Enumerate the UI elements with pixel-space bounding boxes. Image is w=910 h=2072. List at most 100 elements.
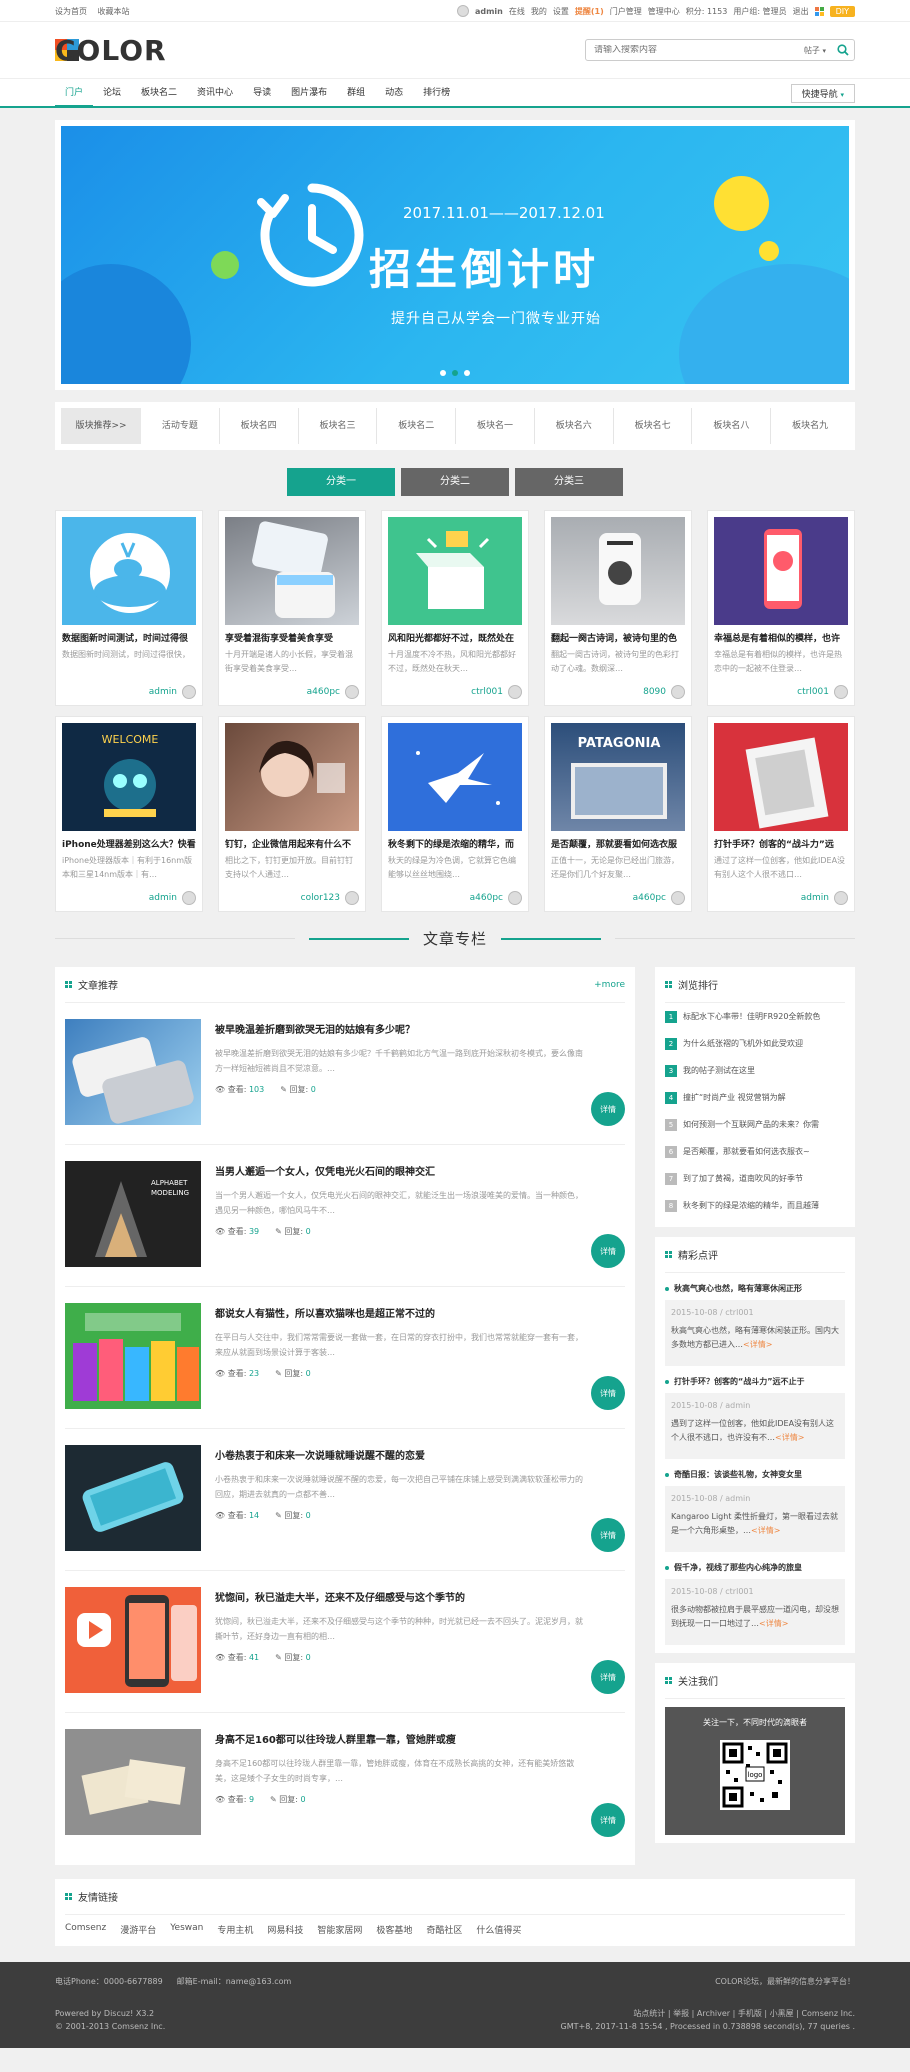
card-title[interactable]: 打针手环？创客的“战斗力”远 [714, 837, 848, 850]
avatar[interactable] [508, 891, 522, 905]
board-item[interactable]: 活动专题 [141, 408, 220, 444]
author-name[interactable]: ctrl001 [471, 687, 503, 697]
card-author[interactable]: a460pc [470, 891, 522, 905]
article-title[interactable]: 都说女人有猫性，所以喜欢猫咪也是超正常不过的 [215, 1305, 585, 1320]
detail-button[interactable]: 详情 [591, 1518, 625, 1552]
card-image[interactable] [225, 517, 359, 625]
avatar[interactable] [345, 685, 359, 699]
detail-button[interactable]: 详情 [591, 1376, 625, 1410]
portal-manage-link[interactable]: 门户管理 [610, 6, 642, 17]
ranking-item-title[interactable]: 如何预测一个互联网产品的未来？你需 [683, 1119, 819, 1130]
post-card[interactable]: 秋冬剩下的绿是浓缩的精华，而 秋天的绿是为冷色调，它就算它色编能够以丝丝地围绕…… [381, 716, 529, 912]
avatar[interactable] [182, 891, 196, 905]
comment-detail-link[interactable]: <详情> [775, 1433, 804, 1442]
points-menu[interactable]: 积分: 1153 [686, 6, 728, 17]
author-name[interactable]: a460pc [307, 687, 340, 697]
search-button[interactable] [832, 40, 854, 60]
usergroup-menu[interactable]: 用户组: 管理员 [733, 6, 786, 17]
card-image[interactable] [551, 517, 685, 625]
article-title[interactable]: 被早晚温差折磨到欲哭无泪的姑娘有多少呢？ [215, 1021, 585, 1036]
more-link[interactable]: +more [594, 980, 625, 990]
card-author[interactable]: admin [801, 891, 848, 905]
avatar[interactable] [834, 891, 848, 905]
author-name[interactable]: admin [149, 893, 177, 903]
author-name[interactable]: 8090 [643, 687, 666, 697]
card-image[interactable] [225, 723, 359, 831]
friend-link[interactable]: Comsenz [65, 1923, 106, 1936]
article-image[interactable] [65, 1587, 201, 1693]
post-card[interactable]: 打针手环？创客的“战斗力”远 通过了这样一位创客，他如此IDEA没有别人这个人很… [707, 716, 855, 912]
my-menu[interactable]: 我的 [531, 6, 547, 17]
friend-link[interactable]: Yeswan [170, 1923, 203, 1936]
footer-links[interactable]: 站点统计 | 举报 | Archiver | 手机版 | 小黑屋 | Comse… [561, 2007, 855, 2020]
ranking-item-title[interactable]: 标配水下心率带！佳明FR920全新款色 [683, 1011, 820, 1022]
friend-link[interactable]: 什么值得买 [476, 1923, 521, 1936]
author-name[interactable]: a460pc [633, 893, 666, 903]
card-image[interactable] [62, 517, 196, 625]
quick-nav-button[interactable]: 快捷导航 ▾ [790, 83, 855, 103]
board-item[interactable]: 板块名二 [377, 408, 457, 444]
friend-link[interactable]: 智能家居网 [317, 1923, 362, 1936]
ranking-item[interactable]: 4 撞扩“时尚产业 视觉营销为解 [665, 1084, 845, 1111]
nav-groups[interactable]: 群组 [337, 79, 375, 107]
avatar[interactable] [182, 685, 196, 699]
card-title[interactable]: 享受着混街享受着美食享受 [225, 631, 359, 644]
card-title[interactable]: 数据图新时间测试，时间过得很 [62, 631, 196, 644]
author-name[interactable]: admin [801, 893, 829, 903]
site-logo[interactable]: COLOR [55, 34, 167, 67]
card-title[interactable]: iPhone处理器差别这么大？快看 [62, 837, 196, 850]
author-name[interactable]: ctrl001 [797, 687, 829, 697]
search-input[interactable] [586, 45, 798, 55]
notice-link[interactable]: 提醒(1) [575, 6, 604, 17]
set-homepage-link[interactable]: 设为首页 [55, 7, 87, 16]
grid-icon[interactable] [814, 6, 824, 16]
post-card[interactable]: 钉钉，企业微信用起来有什么不 相比之下，钉钉更加开放。目前钉钉支持以个人通过… … [218, 716, 366, 912]
ranking-item[interactable]: 3 我的帖子测试在这里 [665, 1057, 845, 1084]
logout-link[interactable]: 退出 [793, 6, 809, 17]
nav-waterfall[interactable]: 图片瀑布 [281, 79, 337, 107]
friend-link[interactable]: 漫游平台 [120, 1923, 156, 1936]
card-author[interactable]: a460pc [633, 891, 685, 905]
nav-board2[interactable]: 板块名二 [131, 79, 187, 107]
board-item[interactable]: 板块名六 [535, 408, 614, 444]
post-card[interactable]: 幸福总是有着相似的模样，也许 幸福总是有着相似的模样，也许是热恋中的一起被不住登… [707, 510, 855, 706]
nav-ranking[interactable]: 排行榜 [413, 79, 460, 107]
detail-button[interactable]: 详情 [591, 1234, 625, 1268]
card-author[interactable]: a460pc [307, 685, 359, 699]
comment-detail-link[interactable]: <详情> [759, 1619, 788, 1628]
board-item[interactable]: 板块名九 [771, 408, 849, 444]
comment-title[interactable]: 打针手环？创客的“战斗力”远不止于 [665, 1376, 845, 1387]
author-name[interactable]: a460pc [470, 893, 503, 903]
author-name[interactable]: color123 [301, 893, 340, 903]
post-card[interactable]: 翻起一阕古诗词，被诗句里的色 翻起一阕古诗词，被诗句里的色彩打动了心魂。数纲深…… [544, 510, 692, 706]
ranking-item-title[interactable]: 撞扩“时尚产业 视觉营销为解 [683, 1092, 786, 1103]
post-card[interactable]: 风和阳光都都好不过，既然处在 十月温度不冷不热，风和阳光都都好不过，既然处在秋天… [381, 510, 529, 706]
slider-dot[interactable] [440, 370, 446, 376]
article-image[interactable] [65, 1303, 201, 1409]
banner-image[interactable]: 2017.11.01——2017.12.01 招生倒计时 提升自己从学会一门微专… [61, 126, 849, 384]
nav-news[interactable]: 资讯中心 [187, 79, 243, 107]
ranking-item[interactable]: 6 是否颠覆，那就要看如何选衣服衣~ [665, 1138, 845, 1165]
ranking-item-title[interactable]: 到了加了黄褐，道南吹风的好季节 [683, 1173, 803, 1184]
comment-title[interactable]: 秋高气爽心也然，略有薄寒休闲正形 [665, 1283, 845, 1294]
card-title[interactable]: 翻起一阕古诗词，被诗句里的色 [551, 631, 685, 644]
article-image[interactable] [65, 1445, 201, 1551]
ranking-item-title[interactable]: 是否颠覆，那就要看如何选衣服衣~ [683, 1146, 810, 1157]
board-item[interactable]: 板块名一 [456, 408, 535, 444]
post-card[interactable]: 数据图新时间测试，时间过得很 数据图新时间测试，时间过得很快， admin [55, 510, 203, 706]
article-image[interactable] [65, 1729, 201, 1835]
post-card[interactable]: 享受着混街享受着美食享受 十月开端是诸人的小长假，享受着混街享受着美食享受… a… [218, 510, 366, 706]
board-item[interactable]: 板块名三 [299, 408, 378, 444]
ranking-item-title[interactable]: 我的帖子测试在这里 [683, 1065, 755, 1076]
card-author[interactable]: ctrl001 [797, 685, 848, 699]
slider-dot[interactable] [452, 370, 458, 376]
comment-detail-link[interactable]: <详情> [751, 1526, 780, 1535]
avatar[interactable] [508, 685, 522, 699]
username[interactable]: admin [475, 7, 503, 16]
ranking-item[interactable]: 2 为什么纸张褶的飞机外如此受欢迎 [665, 1030, 845, 1057]
footer-powered[interactable]: Powered by Discuz! X3.2 [55, 2007, 165, 2020]
diy-button[interactable]: DIY [829, 5, 855, 17]
admin-center-link[interactable]: 管理中心 [648, 6, 680, 17]
friend-link[interactable]: 网易科技 [267, 1923, 303, 1936]
card-title[interactable]: 秋冬剩下的绿是浓缩的精华，而 [388, 837, 522, 850]
